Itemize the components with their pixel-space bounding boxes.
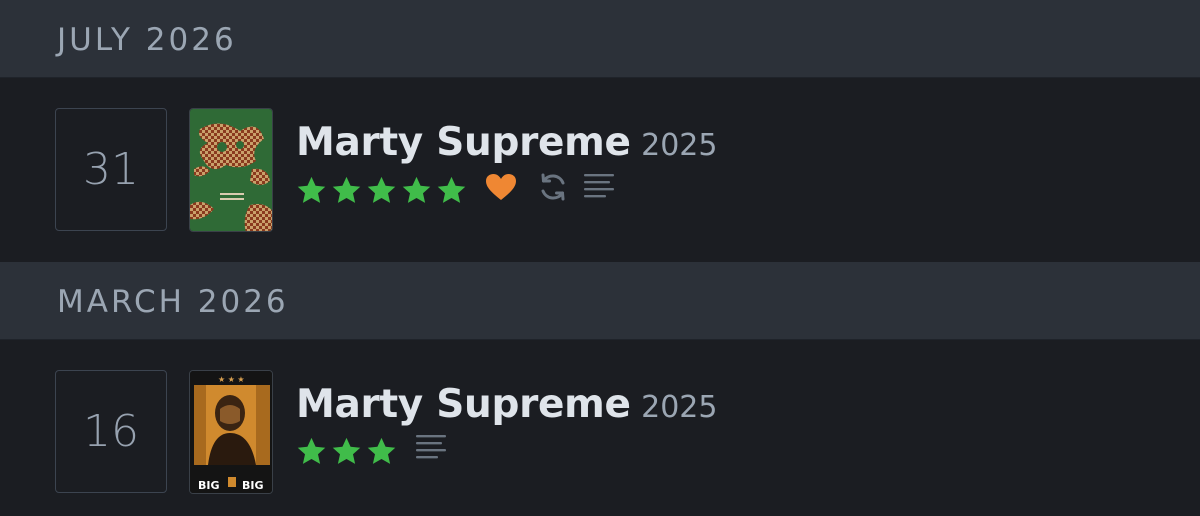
- star-icon: [331, 175, 362, 205]
- poster-image-icon: ★ ★ ★ BIG BIG: [190, 371, 272, 493]
- day-box: 16: [55, 370, 167, 493]
- title-line: Marty Supreme 2025: [296, 120, 717, 165]
- entry-meta: [296, 171, 615, 208]
- star-icon: [366, 436, 397, 466]
- month-header-july-2026: JULY 2026: [0, 0, 1200, 78]
- star-icon: [296, 436, 327, 466]
- entry-meta: [296, 433, 447, 468]
- star-icon: [366, 175, 397, 205]
- star-icon: [331, 436, 362, 466]
- rewatch-icon: [537, 171, 569, 208]
- star-icon: [401, 175, 432, 205]
- heart-icon: [485, 173, 517, 206]
- svg-text:BIG: BIG: [198, 479, 220, 492]
- film-year[interactable]: 2025: [641, 128, 717, 163]
- star-rating: [296, 175, 467, 205]
- month-label: JULY 2026: [57, 22, 237, 58]
- film-title[interactable]: Marty Supreme: [296, 382, 631, 427]
- diary-entry[interactable]: 31 Marty Supreme 2025: [0, 78, 1200, 262]
- review-text-icon: [415, 433, 447, 468]
- film-poster[interactable]: ★ ★ ★ BIG BIG: [189, 370, 273, 494]
- star-icon: [296, 175, 327, 205]
- diary-entry[interactable]: 16 ★ ★ ★ BIG BIG Marty Supreme 2025: [0, 340, 1200, 516]
- month-label: MARCH 2026: [57, 284, 289, 320]
- film-title[interactable]: Marty Supreme: [296, 120, 631, 165]
- star-icon: [436, 175, 467, 205]
- film-poster[interactable]: [189, 108, 273, 232]
- review-text-icon: [583, 172, 615, 207]
- svg-text:BIG: BIG: [242, 479, 264, 492]
- star-rating: [296, 436, 397, 466]
- month-header-march-2026: MARCH 2026: [0, 262, 1200, 340]
- svg-text:★ ★ ★: ★ ★ ★: [218, 375, 245, 384]
- film-year[interactable]: 2025: [641, 390, 717, 425]
- day-box: 31: [55, 108, 167, 231]
- title-line: Marty Supreme 2025: [296, 382, 717, 427]
- poster-image-icon: [190, 109, 272, 231]
